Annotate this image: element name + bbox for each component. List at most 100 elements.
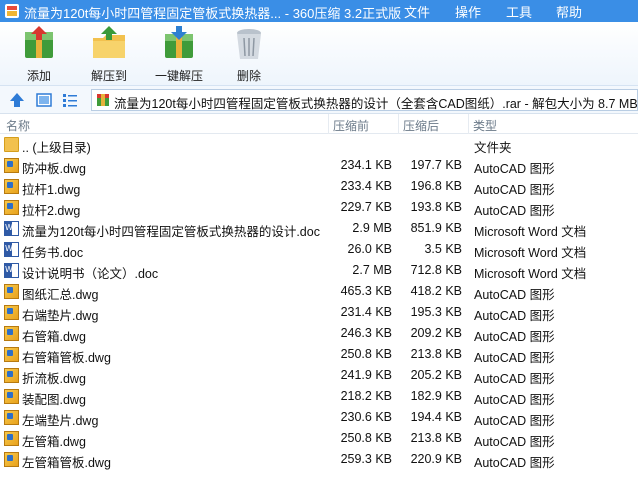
column-divider[interactable] [468,114,469,134]
dwg-file-icon [4,452,19,467]
file-type: 文件夹 [474,141,512,155]
file-packed-size: 233.4 KB [340,179,392,193]
menu-help[interactable]: 帮助 [556,2,582,21]
file-original-size: 209.2 KB [410,326,462,340]
path-field[interactable]: 流量为120t每小时四管程固定管板式换热器的设计（全套含CAD图纸）.rar -… [91,89,638,111]
file-name: 右管箱.dwg [22,330,86,344]
file-type: AutoCAD 图形 [474,456,555,470]
file-type: Microsoft Word 文档 [474,267,587,281]
file-name: .. (上级目录) [22,141,91,155]
file-type: Microsoft Word 文档 [474,225,587,239]
title-bar: 流量为120t每小时四管程固定管板式换热器... - 360压缩 3.2正式版 … [0,0,638,22]
col-header-original[interactable]: 压缩后 [403,117,439,134]
dwg-file-icon [4,389,19,404]
word-doc-icon [4,263,19,278]
up-arrow-icon[interactable] [8,91,26,109]
file-row[interactable]: 右管箱管板.dwg 250.8 KB 213.8 KB AutoCAD 图形 [0,344,638,365]
file-type: AutoCAD 图形 [474,351,555,365]
column-divider[interactable] [328,114,329,134]
col-header-type[interactable]: 类型 [473,117,497,134]
add-archive-icon [25,26,53,58]
menu-tools[interactable]: 工具 [506,2,532,21]
file-name: 左端垫片.dwg [22,414,99,428]
menu-operate[interactable]: 操作 [455,2,481,21]
dwg-file-icon [4,326,19,341]
dwg-file-icon [4,158,19,173]
list-view-icon[interactable] [61,91,79,109]
extract-to-button[interactable]: 解压到 [74,24,144,84]
column-divider[interactable] [398,114,399,134]
file-packed-size: 26.0 KB [347,242,392,256]
file-name: 右管箱管板.dwg [22,351,111,365]
file-row[interactable]: 防冲板.dwg 234.1 KB 197.7 KB AutoCAD 图形 [0,155,638,176]
file-original-size: 182.9 KB [410,389,462,403]
file-name: 拉杆1.dwg [22,183,81,197]
archive-icon [97,94,109,106]
file-row[interactable]: 折流板.dwg 241.9 KB 205.2 KB AutoCAD 图形 [0,365,638,386]
large-icon-view-icon[interactable] [35,91,53,109]
file-original-size: 195.3 KB [410,305,462,319]
file-name: 设计说明书（论文）.doc [22,267,159,281]
file-packed-size: 465.3 KB [340,284,392,298]
dwg-file-icon [4,431,19,446]
file-row[interactable]: 设计说明书（论文）.doc 2.7 MB 712.8 KB Microsoft Wor… [0,260,638,281]
window-title: 流量为120t每小时四管程固定管板式换热器... - 360压缩 3.2正式版 [24,6,402,21]
file-packed-size: 234.1 KB [340,158,392,172]
folder-icon [4,137,19,152]
one-click-extract-button-label: 一键解压 [154,69,203,83]
delete-button-label: 删除 [236,69,261,83]
one-click-extract-button[interactable]: 一键解压 [144,24,214,84]
file-type: AutoCAD 图形 [474,162,555,176]
file-original-size: 213.8 KB [410,431,462,445]
file-row[interactable]: 任务书.doc 26.0 KB 3.5 KB Microsoft Word 文档 [0,239,638,260]
add-button[interactable]: 添加 [4,24,74,84]
file-type: AutoCAD 图形 [474,309,555,323]
file-packed-size: 250.8 KB [340,431,392,445]
menu-file[interactable]: 文件 [404,2,430,21]
file-original-size: 205.2 KB [410,368,462,382]
file-name: 任务书.doc [22,246,84,260]
file-row[interactable]: 装配图.dwg 218.2 KB 182.9 KB AutoCAD 图形 [0,386,638,407]
file-packed-size: 218.2 KB [340,389,392,403]
file-name: 左管箱管板.dwg [22,456,111,470]
file-type: AutoCAD 图形 [474,288,555,302]
file-row[interactable]: .. (上级目录) 文件夹 [0,134,638,155]
file-name: 左管箱.dwg [22,435,86,449]
file-type: AutoCAD 图形 [474,414,555,428]
file-original-size: 712.8 KB [410,263,462,277]
file-type: AutoCAD 图形 [474,204,555,218]
dwg-file-icon [4,368,19,383]
file-row[interactable]: 拉杆1.dwg 233.4 KB 196.8 KB AutoCAD 图形 [0,176,638,197]
extract-folder-icon [93,26,125,58]
file-original-size: 196.8 KB [410,179,462,193]
dwg-file-icon [4,200,19,215]
file-packed-size: 230.6 KB [340,410,392,424]
col-header-name[interactable]: 名称 [6,117,30,134]
file-row[interactable]: 右端垫片.dwg 231.4 KB 195.3 KB AutoCAD 图形 [0,302,638,323]
extract-to-button-label: 解压到 [90,69,127,83]
app-logo-icon [5,4,19,18]
dwg-file-icon [4,347,19,362]
address-bar: 流量为120t每小时四管程固定管板式换热器的设计（全套含CAD图纸）.rar -… [0,86,638,114]
file-row[interactable]: 拉杆2.dwg 229.7 KB 193.8 KB AutoCAD 图形 [0,197,638,218]
file-row[interactable]: 左端垫片.dwg 230.6 KB 194.4 KB AutoCAD 图形 [0,407,638,428]
word-doc-icon [4,242,19,257]
file-row[interactable]: 流量为120t每小时四管程固定管板式换热器的设计.doc 2.9 MB 851.9 … [0,218,638,239]
file-row[interactable]: 右管箱.dwg 246.3 KB 209.2 KB AutoCAD 图形 [0,323,638,344]
file-original-size: 418.2 KB [410,284,462,298]
file-type: AutoCAD 图形 [474,183,555,197]
file-row[interactable]: 左管箱.dwg 250.8 KB 213.8 KB AutoCAD 图形 [0,428,638,449]
file-type: AutoCAD 图形 [474,435,555,449]
file-name: 防冲板.dwg [22,162,86,176]
file-row[interactable]: 左管箱管板.dwg 259.3 KB 220.9 KB AutoCAD 图形 [0,449,638,470]
col-header-packed[interactable]: 压缩前 [333,117,369,134]
file-name: 流量为120t每小时四管程固定管板式换热器的设计.doc [22,225,320,239]
delete-button[interactable]: 删除 [214,24,284,84]
file-type: AutoCAD 图形 [474,393,555,407]
file-row[interactable]: 图纸汇总.dwg 465.3 KB 418.2 KB AutoCAD 图形 [0,281,638,302]
file-type: AutoCAD 图形 [474,330,555,344]
toolbar: 添加 解压到 一键解压 删除 [0,22,638,86]
file-name: 拉杆2.dwg [22,204,81,218]
archive-path: 流量为120t每小时四管程固定管板式换热器的设计（全套含CAD图纸）.rar -… [114,97,638,111]
add-button-label: 添加 [26,69,51,83]
